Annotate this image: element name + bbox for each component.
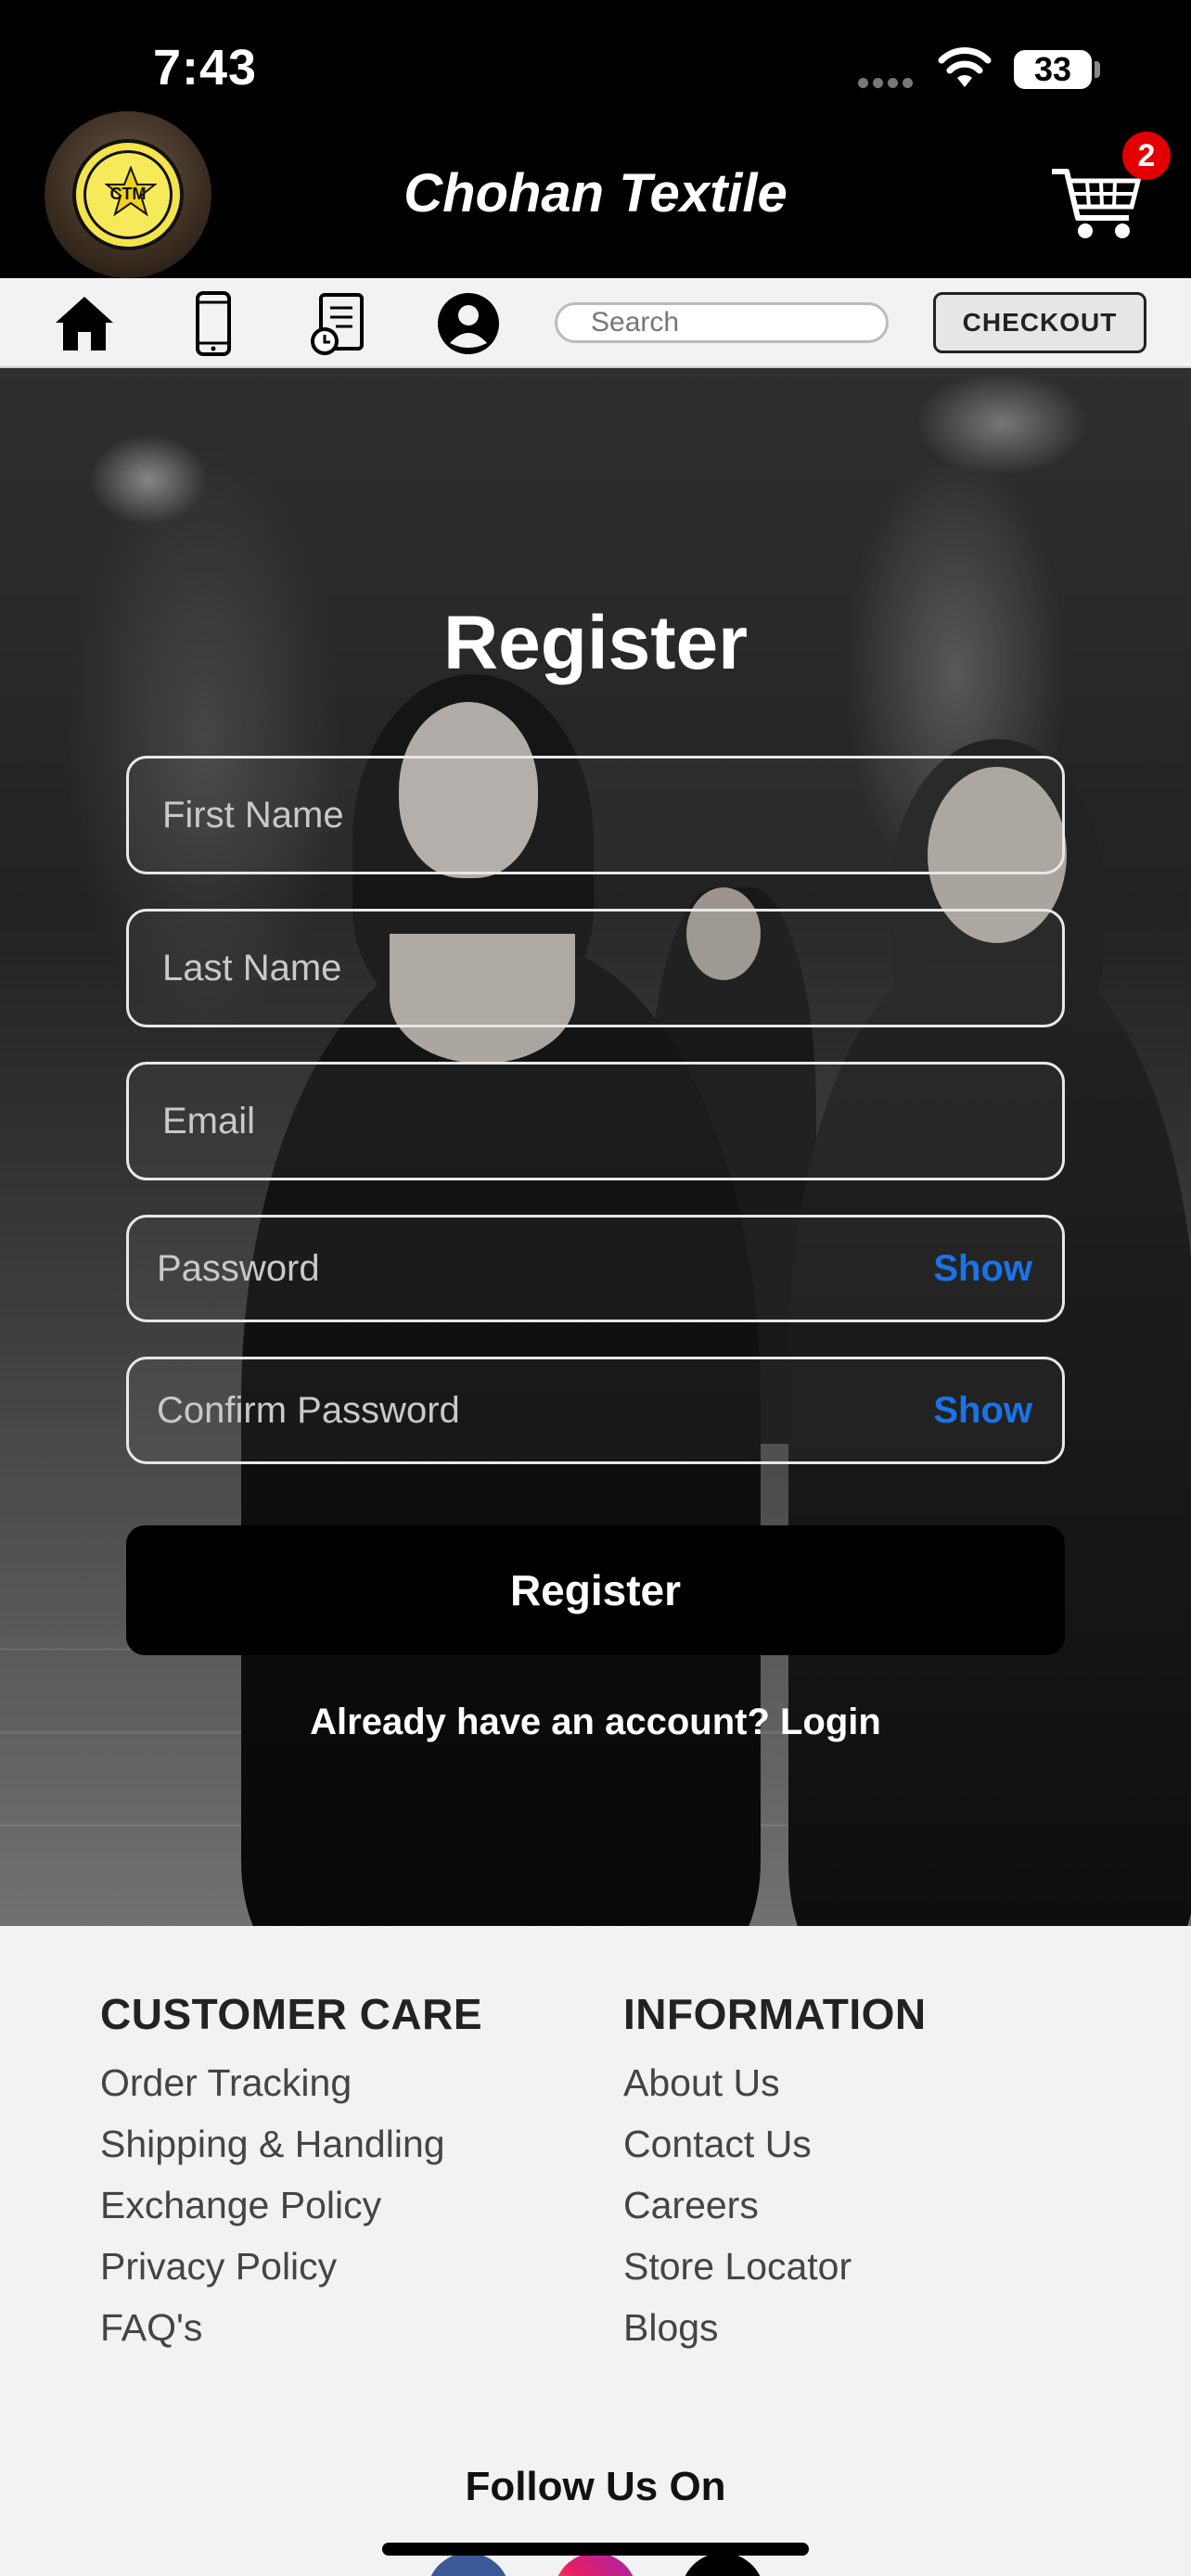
register-hero: Register Show Show Register Already have… xyxy=(0,368,1191,1926)
footer-link-about-us[interactable]: About Us xyxy=(623,2052,927,2113)
register-title: Register xyxy=(442,601,749,685)
nav-bar: CHECKOUT xyxy=(0,278,1191,368)
status-time: 7:43 xyxy=(153,40,258,96)
last-name-field[interactable] xyxy=(126,909,1065,1027)
customer-care-heading: CUSTOMER CARE xyxy=(100,1990,483,2038)
footer-link-shipping[interactable]: Shipping & Handling xyxy=(100,2113,482,2174)
checkout-button[interactable]: CHECKOUT xyxy=(933,292,1146,353)
information-heading: INFORMATION xyxy=(623,1990,927,2038)
phone-icon[interactable] xyxy=(181,291,246,356)
first-name-field[interactable] xyxy=(126,756,1065,874)
footer-link-privacy-policy[interactable]: Privacy Policy xyxy=(100,2236,482,2297)
app-header: CTM Chohan Textile 2 xyxy=(0,111,1191,278)
footer-link-blogs[interactable]: Blogs xyxy=(623,2297,927,2358)
email-field[interactable] xyxy=(126,1062,1065,1180)
footer-link-store-locator[interactable]: Store Locator xyxy=(623,2236,927,2297)
battery-level: 33 xyxy=(1033,50,1072,88)
battery-tip xyxy=(1095,61,1100,78)
password-field[interactable]: Show xyxy=(126,1215,1065,1322)
battery-icon: 33 xyxy=(1014,50,1092,89)
last-name-input[interactable] xyxy=(129,912,1062,1025)
first-name-input[interactable] xyxy=(129,759,1062,872)
footer-link-careers[interactable]: Careers xyxy=(623,2174,927,2236)
cart-count-badge: 2 xyxy=(1122,132,1171,180)
order-history-icon[interactable] xyxy=(308,291,373,356)
login-link[interactable]: Already have an account? Login xyxy=(0,1702,1191,1743)
customer-care-column: CUSTOMER CARE Order Tracking Shipping & … xyxy=(100,1989,482,2358)
footer-link-exchange-policy[interactable]: Exchange Policy xyxy=(100,2174,482,2236)
instagram-icon[interactable] xyxy=(554,2553,637,2576)
footer-link-faqs[interactable]: FAQ's xyxy=(100,2297,482,2358)
site-title: Chohan Textile xyxy=(403,163,788,223)
home-indicator[interactable] xyxy=(382,2543,809,2556)
cellular-signal-icon xyxy=(858,76,919,88)
password-input[interactable] xyxy=(129,1218,1062,1320)
confirm-password-field[interactable]: Show xyxy=(126,1357,1065,1464)
footer: CUSTOMER CARE Order Tracking Shipping & … xyxy=(0,1926,1191,2576)
information-column: INFORMATION About Us Contact Us Careers … xyxy=(623,1989,927,2358)
facebook-icon[interactable] xyxy=(427,2553,510,2576)
status-bar: 7:43 33 xyxy=(0,0,1191,111)
show-confirm-password-button[interactable]: Show xyxy=(933,1359,1032,1461)
email-input[interactable] xyxy=(129,1065,1062,1178)
footer-link-contact-us[interactable]: Contact Us xyxy=(623,2113,927,2174)
search-input[interactable] xyxy=(555,302,889,343)
register-button[interactable]: Register xyxy=(126,1525,1065,1655)
show-password-button[interactable]: Show xyxy=(933,1218,1032,1320)
wifi-icon xyxy=(938,47,992,87)
follow-us-heading: Follow Us On xyxy=(465,2464,726,2509)
home-icon[interactable] xyxy=(52,291,117,356)
tiktok-icon[interactable] xyxy=(681,2553,764,2576)
account-icon[interactable] xyxy=(436,291,501,356)
confirm-password-input[interactable] xyxy=(129,1359,1062,1461)
footer-link-order-tracking[interactable]: Order Tracking xyxy=(100,2052,482,2113)
